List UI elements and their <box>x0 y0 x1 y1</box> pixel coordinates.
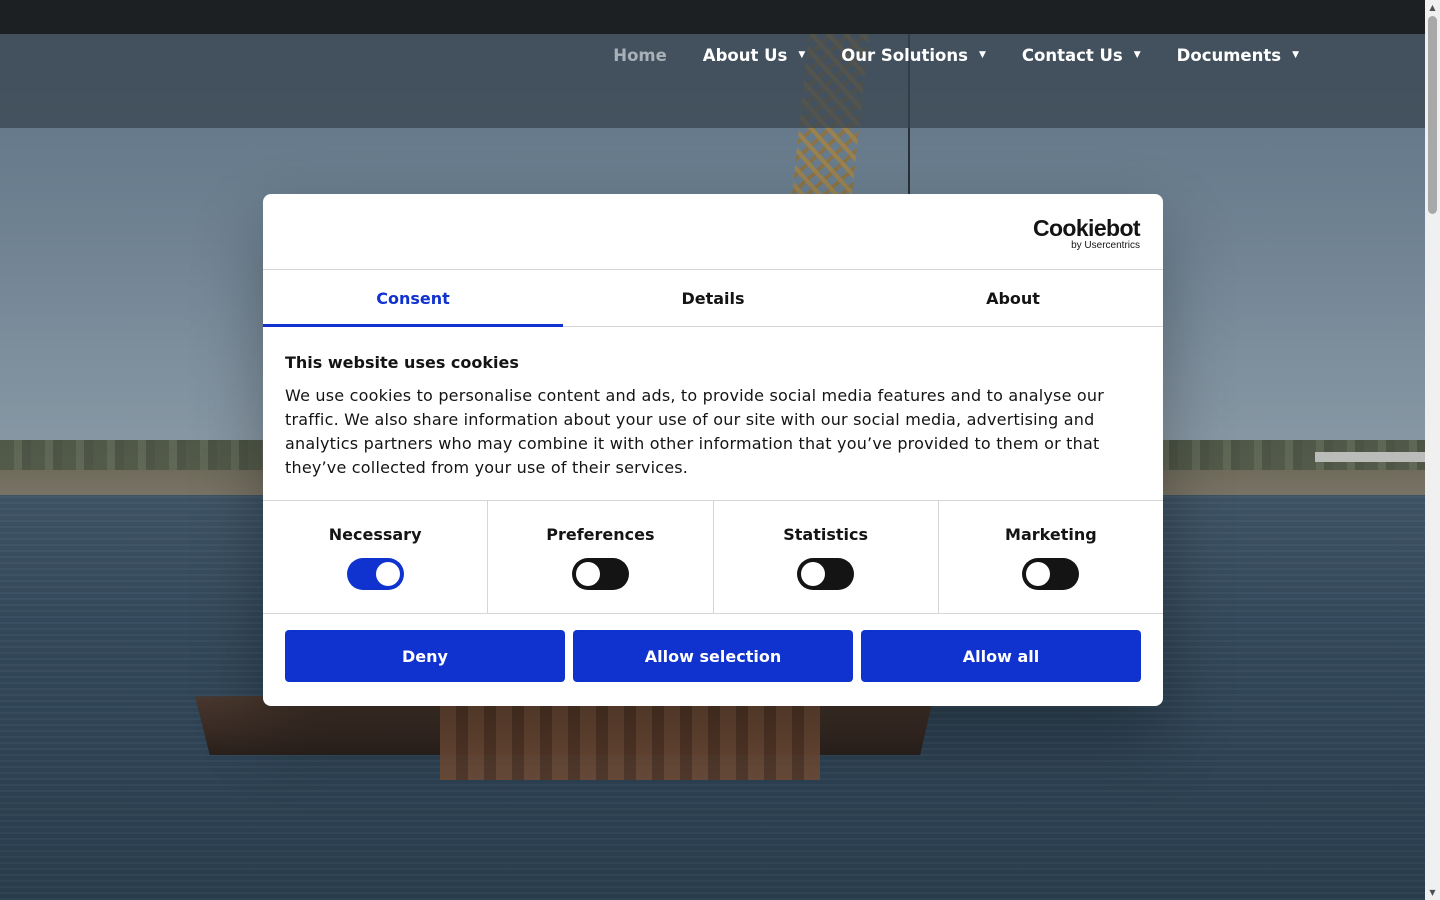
logo-sub-text: by Usercentrics <box>1071 240 1140 251</box>
toggle-switch-marketing[interactable] <box>1022 558 1080 590</box>
toggle-label-marketing: Marketing <box>1005 525 1097 544</box>
toggle-cell-marketing: Marketing <box>939 501 1163 613</box>
scroll-down-arrow-icon[interactable]: ▼ <box>1425 885 1440 900</box>
tab-about[interactable]: About <box>863 270 1163 326</box>
tab-details[interactable]: Details <box>563 270 863 326</box>
consent-title: This website uses cookies <box>285 353 519 372</box>
caret-down-icon: ▼ <box>1133 50 1141 60</box>
nav-item-label: Documents <box>1176 45 1282 65</box>
nav-item-label: Home <box>613 45 667 65</box>
toggle-cell-statistics: Statistics <box>714 501 939 613</box>
nav-item-documents[interactable]: Documents ▼ <box>1177 46 1299 65</box>
page-scrollbar[interactable]: ▲ ▼ <box>1425 0 1440 900</box>
toggle-switch-statistics[interactable] <box>797 558 855 590</box>
toggle-switch-preferences[interactable] <box>571 558 629 590</box>
nav-item-home[interactable]: Home <box>613 46 667 65</box>
consent-buttons: Deny Allow selection Allow all <box>263 614 1163 682</box>
cookiebot-logo[interactable]: Cookiebot by Usercentrics <box>1032 215 1141 251</box>
dialog-header: Cookiebot by Usercentrics <box>263 194 1163 270</box>
cookie-category-toggles: Necessary Preferences Statistics Marketi… <box>263 501 1163 614</box>
allow-all-button[interactable]: Allow all <box>861 630 1141 682</box>
toggle-label-statistics: Statistics <box>783 525 868 544</box>
hero-barge-deck <box>440 705 820 780</box>
dialog-tabs: Consent Details About <box>263 270 1163 327</box>
nav-item-contact-us[interactable]: Contact Us ▼ <box>1022 46 1141 65</box>
toggle-knob <box>575 562 600 586</box>
nav-item-about-us[interactable]: About Us ▼ <box>703 46 805 65</box>
allow-selection-button[interactable]: Allow selection <box>573 630 853 682</box>
toggle-label-necessary: Necessary <box>328 525 422 544</box>
toggle-cell-preferences: Preferences <box>488 501 714 613</box>
deny-button[interactable]: Deny <box>285 630 565 682</box>
toggle-label-preferences: Preferences <box>546 525 655 544</box>
top-bar <box>0 0 1425 34</box>
toggle-knob <box>1026 562 1051 586</box>
caret-down-icon: ▼ <box>1292 50 1299 60</box>
toggle-switch-necessary[interactable] <box>346 558 404 590</box>
nav-item-our-solutions[interactable]: Our Solutions ▼ <box>841 46 986 65</box>
scroll-thumb[interactable] <box>1428 16 1437 214</box>
cookie-consent-dialog: Cookiebot by Usercentrics Consent Detail… <box>263 194 1163 706</box>
hero-bridge <box>1315 452 1425 462</box>
nav-item-label: About Us <box>702 45 788 65</box>
consent-body-text: We use cookies to personalise content an… <box>285 386 1105 477</box>
toggle-knob <box>801 562 826 586</box>
nav-item-label: Contact Us <box>1021 45 1123 65</box>
caret-down-icon: ▼ <box>978 50 986 60</box>
scroll-up-arrow-icon[interactable]: ▲ <box>1425 0 1440 15</box>
main-nav: Home About Us ▼ Our Solutions ▼ Contact … <box>0 34 1425 76</box>
tab-consent[interactable]: Consent <box>263 270 563 327</box>
nav-item-label: Our Solutions <box>841 45 968 65</box>
caret-down-icon: ▼ <box>798 50 806 60</box>
toggle-knob <box>375 562 400 586</box>
logo-main-text: Cookiebot <box>1032 215 1141 241</box>
consent-content: This website uses cookies We use cookies… <box>263 327 1163 501</box>
toggle-cell-necessary: Necessary <box>263 501 489 613</box>
